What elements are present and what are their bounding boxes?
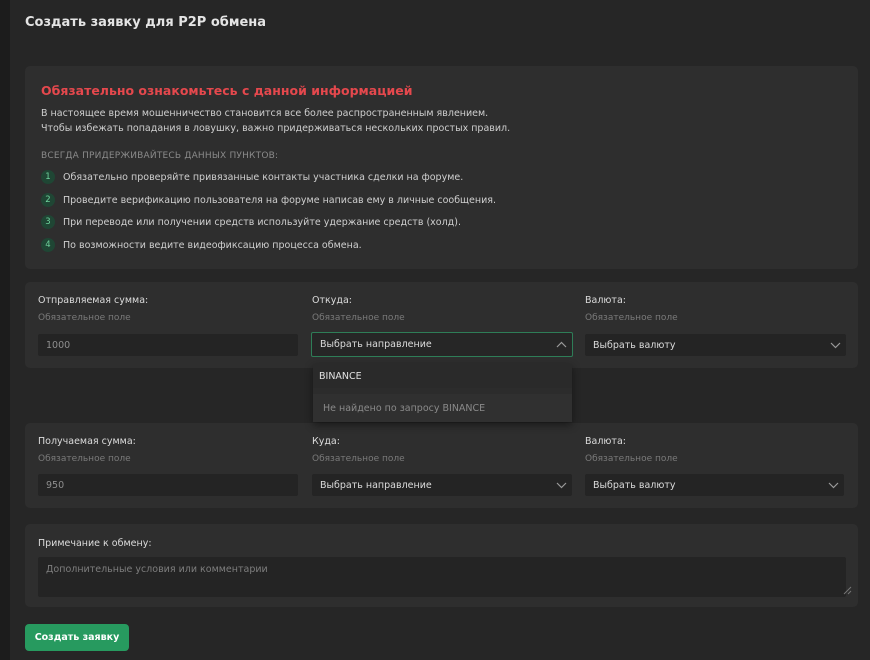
info-title: Обязательно ознакомьтесь с данной информ… bbox=[41, 83, 413, 98]
send-currency-label: Валюта: bbox=[585, 295, 626, 306]
receive-row: Получаемая сумма: Обязательное поле 950 … bbox=[25, 423, 858, 508]
send-row: Отправляемая сумма: Обязательное поле 10… bbox=[25, 282, 858, 368]
receive-amount-input[interactable]: 950 bbox=[38, 474, 298, 496]
chevron-down-icon bbox=[822, 475, 844, 495]
create-request-button[interactable]: Создать заявку bbox=[25, 624, 129, 651]
from-hint: Обязательное поле bbox=[312, 313, 405, 323]
dropdown-empty-message: Не найдено по запросу BINANCE bbox=[313, 394, 572, 422]
to-label: Куда: bbox=[312, 436, 340, 447]
dropdown-search-text[interactable]: BINANCE bbox=[313, 364, 572, 388]
rule-item: 4 По возможности ведите видеофиксацию пр… bbox=[41, 237, 362, 253]
rule-text: Проведите верификацию пользователя на фо… bbox=[63, 194, 496, 206]
note-card: Примечание к обмену: Дополнительные усло… bbox=[25, 524, 858, 607]
chevron-down-icon bbox=[550, 475, 572, 495]
page: Создать заявку для P2P обмена Обязательн… bbox=[10, 0, 870, 660]
rule-item: 1 Обязательно проверяйте привязанные кон… bbox=[41, 169, 463, 185]
info-card: Обязательно ознакомьтесь с данной информ… bbox=[25, 66, 858, 269]
send-amount-label: Отправляемая сумма: bbox=[38, 295, 149, 306]
to-select[interactable]: Выбрать направление bbox=[312, 474, 572, 496]
from-select-value: Выбрать направление bbox=[320, 339, 432, 350]
rule-number: 1 bbox=[41, 170, 55, 184]
direction-dropdown: BINANCE Не найдено по запросу BINANCE bbox=[313, 364, 572, 422]
rule-text: При переводе или получении средств испол… bbox=[63, 216, 461, 228]
rules-caption: ВСЕГДА ПРИДЕРЖИВАЙТЕСЬ ДАННЫХ ПУНКТОВ: bbox=[41, 151, 279, 161]
send-currency-value: Выбрать валюту bbox=[593, 339, 676, 351]
receive-currency-select[interactable]: Выбрать валюту bbox=[585, 474, 844, 496]
rule-text: Обязательно проверяйте привязанные конта… bbox=[63, 171, 464, 183]
chevron-down-icon bbox=[824, 335, 846, 355]
send-currency-hint: Обязательное поле bbox=[585, 313, 678, 323]
to-hint: Обязательное поле bbox=[312, 454, 405, 464]
rule-item: 3 При переводе или получении средств исп… bbox=[41, 214, 461, 230]
info-line: В настоящее время мошенничество становит… bbox=[41, 108, 489, 119]
send-amount-hint: Обязательное поле bbox=[38, 313, 131, 323]
page-title: Создать заявку для P2P обмена bbox=[25, 15, 267, 30]
to-select-value: Выбрать направление bbox=[320, 479, 432, 491]
rule-number: 4 bbox=[41, 238, 55, 252]
info-line: Чтобы избежать попадания в ловушку, важн… bbox=[41, 123, 511, 134]
rule-number: 3 bbox=[41, 215, 55, 229]
resize-handle-icon[interactable] bbox=[842, 585, 852, 595]
from-select[interactable]: Выбрать направление bbox=[311, 332, 573, 357]
receive-amount-label: Получаемая сумма: bbox=[38, 436, 136, 447]
receive-currency-label: Валюта: bbox=[585, 436, 626, 447]
receive-amount-hint: Обязательное поле bbox=[38, 454, 131, 464]
send-amount-input[interactable]: 1000 bbox=[38, 334, 298, 356]
rule-text: По возможности ведите видеофиксацию проц… bbox=[63, 239, 362, 251]
receive-currency-value: Выбрать валюту bbox=[593, 479, 676, 491]
from-label: Откуда: bbox=[312, 295, 352, 306]
receive-currency-hint: Обязательное поле bbox=[585, 454, 678, 464]
note-textarea[interactable]: Дополнительные условия или комментарии bbox=[38, 557, 846, 597]
chevron-up-icon bbox=[550, 335, 572, 355]
send-currency-select[interactable]: Выбрать валюту bbox=[585, 334, 846, 356]
note-label: Примечание к обмену: bbox=[38, 538, 152, 549]
rule-number: 2 bbox=[41, 193, 55, 207]
rule-item: 2 Проведите верификацию пользователя на … bbox=[41, 192, 496, 208]
